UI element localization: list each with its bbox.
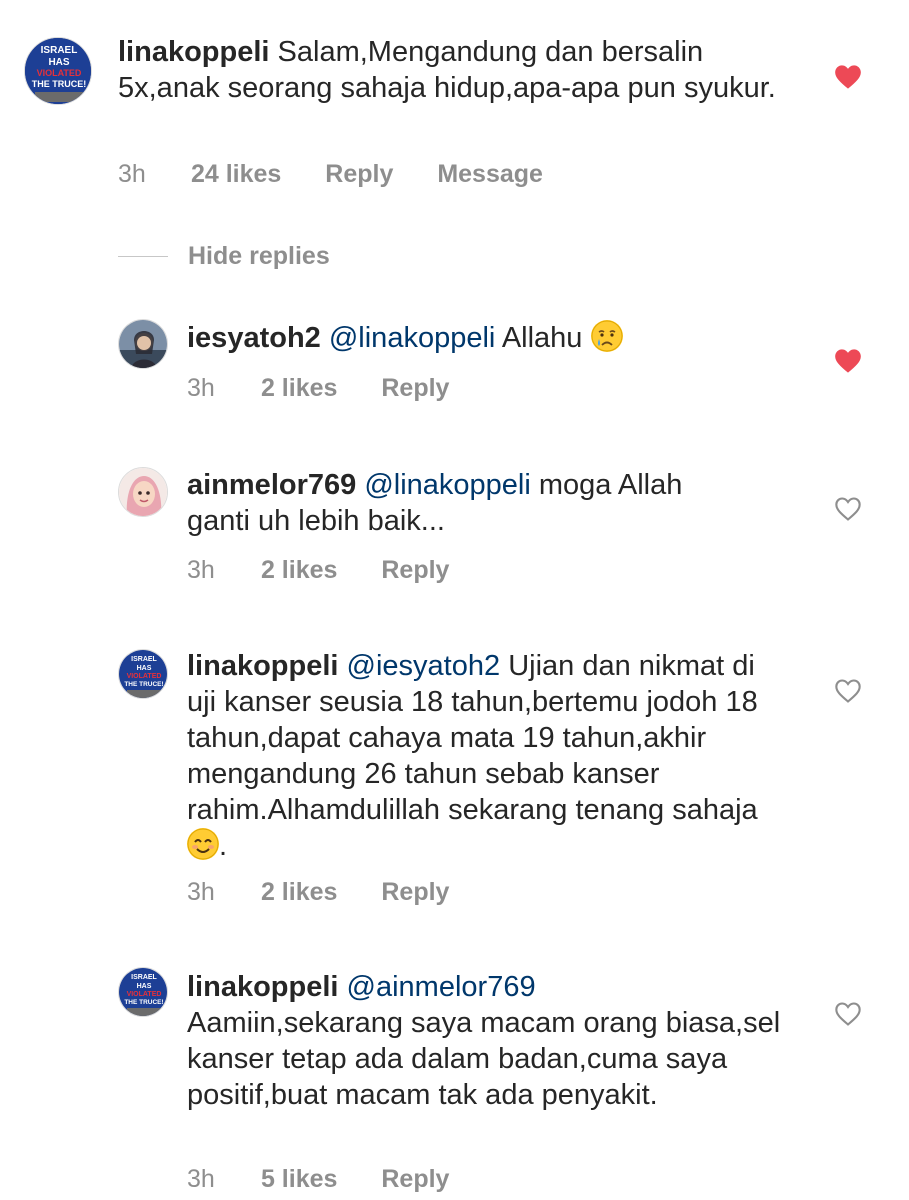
smiling-face-emoji-icon (187, 828, 219, 860)
reply-time: 3h (187, 1165, 215, 1193)
svg-text:THE TRUCE!: THE TRUCE! (124, 999, 163, 1006)
heart-outline-icon[interactable] (834, 496, 862, 522)
svg-text:ISRAEL: ISRAEL (131, 656, 157, 663)
svg-text:VIOLATED: VIOLATED (127, 673, 162, 680)
user-photo-avatar-image (119, 320, 167, 368)
hide-replies-toggle[interactable]: Hide replies (118, 240, 330, 272)
reply-button[interactable]: Reply (381, 556, 449, 585)
reply-username[interactable]: linakoppeli (187, 650, 338, 682)
thread-divider-line (118, 255, 168, 257)
reply-text: Allahu (501, 322, 583, 354)
reply-meta: 3h 5 likes Reply (187, 1165, 449, 1194)
crying-face-emoji-icon (590, 320, 623, 352)
svg-text:VIOLATED: VIOLATED (127, 991, 162, 998)
heart-outline-icon[interactable] (834, 1001, 862, 1027)
likes-count-button[interactable]: 2 likes (261, 556, 337, 585)
svg-text:HAS: HAS (137, 665, 152, 672)
svg-text:VIOLATED: VIOLATED (37, 68, 82, 78)
svg-text:ISRAEL: ISRAEL (41, 45, 78, 56)
reply-body: linakoppeli @ainmelor769 Aamiin,sekarang… (187, 969, 787, 1113)
reply-item: ainmelor769 @linakoppeli moga Allah gant… (0, 450, 909, 600)
avatar[interactable]: ISRAEL HAS VIOLATED THE TRUCE! (118, 967, 168, 1017)
svg-text:HAS: HAS (48, 57, 69, 68)
cartoon-hijab-avatar-image (119, 468, 167, 516)
likes-count-button[interactable]: 2 likes (261, 374, 337, 403)
hide-replies-label[interactable]: Hide replies (188, 242, 330, 271)
reply-mention[interactable]: @iesyatoh2 (347, 650, 501, 682)
message-button[interactable]: Message (437, 160, 543, 189)
reply-body: iesyatoh2 @linakoppeli Allahu (187, 320, 787, 356)
comment-username[interactable]: linakoppeli (118, 36, 269, 68)
avatar[interactable] (118, 319, 168, 369)
reply-username[interactable]: linakoppeli (187, 971, 338, 1003)
reply-meta: 3h 2 likes Reply (187, 878, 449, 907)
avatar[interactable]: ISRAEL HAS VIOLATED THE TRUCE! (118, 649, 168, 699)
svg-text:THE TRUCE!: THE TRUCE! (124, 681, 163, 688)
comment-body: linakoppeli Salam,Mengandung dan bersali… (118, 34, 778, 106)
reply-item: ISRAEL HAS VIOLATED THE TRUCE! linakoppe… (0, 630, 909, 930)
comment-meta: 3h 24 likes Reply Message (118, 160, 543, 189)
reply-button[interactable]: Reply (381, 1165, 449, 1194)
svg-text:THE TRUCE!: THE TRUCE! (32, 79, 87, 89)
reply-mention[interactable]: @linakoppeli (364, 469, 530, 501)
reply-username[interactable]: ainmelor769 (187, 469, 356, 501)
likes-count-button[interactable]: 5 likes (261, 1165, 337, 1194)
svg-text:HAS: HAS (137, 983, 152, 990)
reply-item: iesyatoh2 @linakoppeli Allahu 3h 2 likes… (0, 300, 909, 430)
reply-meta: 3h 2 likes Reply (187, 374, 449, 403)
reply-body: linakoppeli @iesyatoh2 Ujian dan nikmat … (187, 648, 787, 864)
reply-button[interactable]: Reply (381, 878, 449, 907)
reply-item: ISRAEL HAS VIOLATED THE TRUCE! linakoppe… (0, 955, 909, 1200)
svg-text:ISRAEL: ISRAEL (131, 974, 157, 981)
avatar[interactable]: ISRAEL HAS VIOLATED THE TRUCE! (24, 37, 92, 105)
avatar[interactable] (118, 467, 168, 517)
reply-username[interactable]: iesyatoh2 (187, 322, 321, 354)
likes-count-button[interactable]: 24 likes (191, 160, 281, 189)
reply-button[interactable]: Reply (381, 374, 449, 403)
reply-mention[interactable]: @linakoppeli (329, 322, 495, 354)
protest-sign-avatar-image: ISRAEL HAS VIOLATED THE TRUCE! (25, 38, 91, 104)
reply-text-end: . (219, 830, 228, 862)
reply-time: 3h (187, 878, 215, 906)
heart-outline-icon[interactable] (834, 678, 862, 704)
reply-text: Aamiin,sekarang saya macam orang biasa,s… (187, 1007, 781, 1111)
reply-meta: 3h 2 likes Reply (187, 556, 449, 585)
reply-time: 3h (187, 374, 215, 402)
likes-count-button[interactable]: 2 likes (261, 878, 337, 907)
comment-item: ISRAEL HAS VIOLATED THE TRUCE! linakoppe… (0, 0, 909, 210)
reply-time: 3h (187, 556, 215, 584)
protest-sign-avatar-image: ISRAEL HAS VIOLATED THE TRUCE! (119, 650, 167, 698)
heart-filled-icon[interactable] (834, 64, 862, 90)
heart-filled-icon[interactable] (834, 348, 862, 374)
reply-body: ainmelor769 @linakoppeli moga Allah gant… (187, 467, 747, 539)
protest-sign-avatar-image: ISRAEL HAS VIOLATED THE TRUCE! (119, 968, 167, 1016)
reply-button[interactable]: Reply (325, 160, 393, 189)
reply-mention[interactable]: @ainmelor769 (347, 971, 536, 1003)
comment-time: 3h (118, 160, 146, 188)
